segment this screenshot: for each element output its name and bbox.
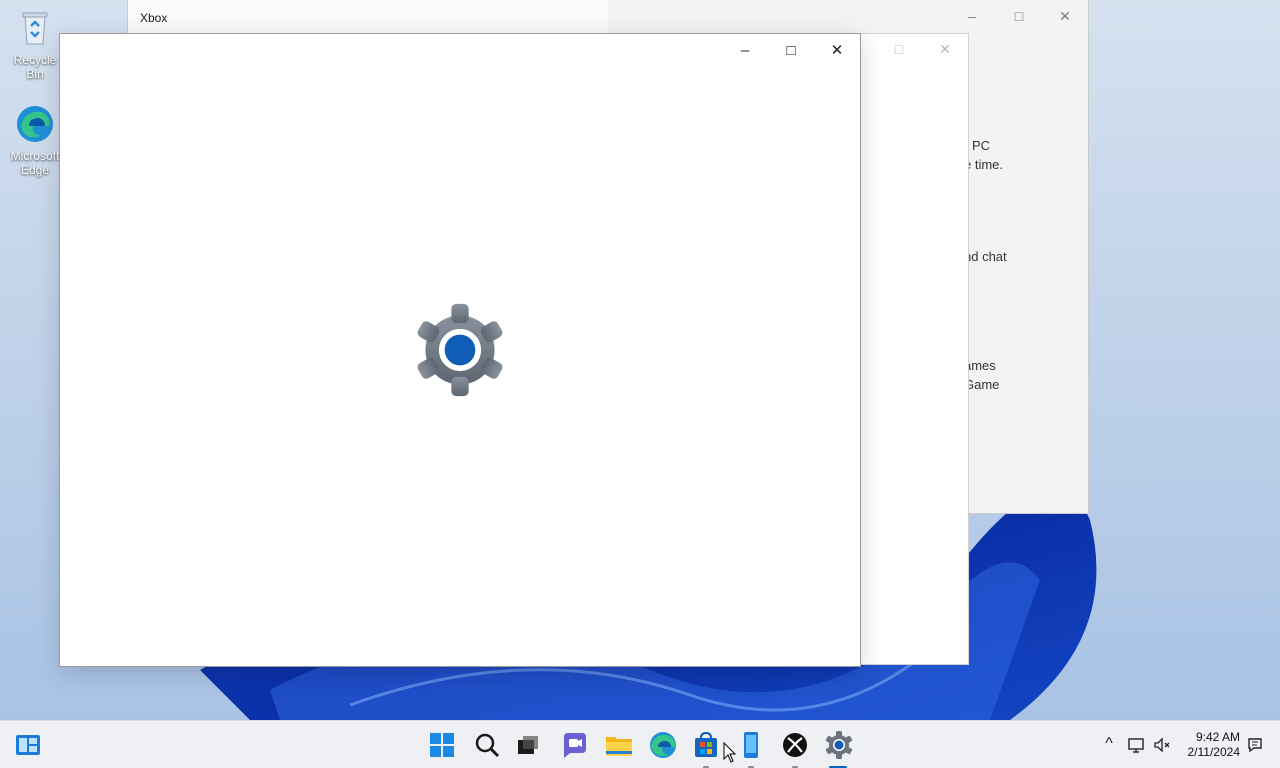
volume-muted-icon[interactable] bbox=[1152, 735, 1172, 755]
desktop-icon-recycle-bin[interactable]: Recycle Bin bbox=[4, 8, 66, 81]
mouse-cursor-icon bbox=[723, 742, 737, 763]
store-icon[interactable] bbox=[690, 729, 722, 761]
start-icon[interactable] bbox=[426, 729, 458, 761]
teams-chat-icon[interactable] bbox=[558, 729, 590, 761]
close-button[interactable]: ✕ bbox=[934, 41, 956, 59]
window-title: Xbox bbox=[140, 11, 168, 25]
edge-icon bbox=[17, 106, 53, 142]
widgets-icon[interactable] bbox=[12, 729, 44, 761]
show-hidden-icons-button[interactable]: ^ bbox=[1099, 735, 1119, 755]
maximize-button[interactable]: □ bbox=[888, 41, 910, 59]
file-explorer-icon[interactable] bbox=[603, 729, 635, 761]
phone-link-icon[interactable] bbox=[735, 729, 767, 761]
close-button[interactable]: ✕ bbox=[822, 40, 852, 62]
minimize-button[interactable]: – bbox=[730, 40, 760, 62]
task-view-icon[interactable] bbox=[512, 729, 544, 761]
settings-gear-icon bbox=[417, 303, 503, 397]
minimize-button[interactable]: – bbox=[961, 8, 983, 26]
xbox-icon[interactable] bbox=[779, 729, 811, 761]
xbox-text-line: Game bbox=[964, 377, 1000, 392]
desktop-icon-microsoft-edge[interactable]: Microsoft Edge bbox=[4, 104, 66, 177]
xbox-text-line: e time. bbox=[964, 157, 1004, 172]
clock-time: 9:42 AM bbox=[1195, 730, 1240, 744]
desktop-icon-label: Recycle Bin bbox=[13, 53, 57, 81]
settings-window[interactable]: – □ ✕ bbox=[60, 34, 860, 666]
xbox-text-line: nd chat bbox=[964, 249, 1007, 264]
xbox-title-bar[interactable]: Xbox bbox=[128, 0, 608, 34]
taskbar: ^ 9:42 AM 2/11/2024 bbox=[0, 720, 1280, 768]
recycle-bin-icon bbox=[22, 12, 48, 45]
network-icon[interactable] bbox=[1127, 735, 1147, 755]
clock[interactable]: 9:42 AM 2/11/2024 bbox=[1178, 730, 1241, 760]
clock-date: 2/11/2024 bbox=[1187, 745, 1241, 759]
maximize-button[interactable]: □ bbox=[1008, 8, 1030, 26]
search-icon[interactable] bbox=[471, 729, 503, 761]
edge-icon[interactable] bbox=[647, 729, 679, 761]
xbox-text-line: ames bbox=[964, 358, 996, 373]
close-button[interactable]: ✕ bbox=[1054, 8, 1076, 26]
notification-icon[interactable] bbox=[1245, 735, 1265, 755]
background-window[interactable]: □ ✕ bbox=[860, 34, 968, 664]
maximize-button[interactable]: □ bbox=[776, 40, 806, 62]
settings-icon[interactable] bbox=[823, 729, 855, 761]
desktop-icon-label: Microsoft Edge bbox=[10, 149, 60, 177]
